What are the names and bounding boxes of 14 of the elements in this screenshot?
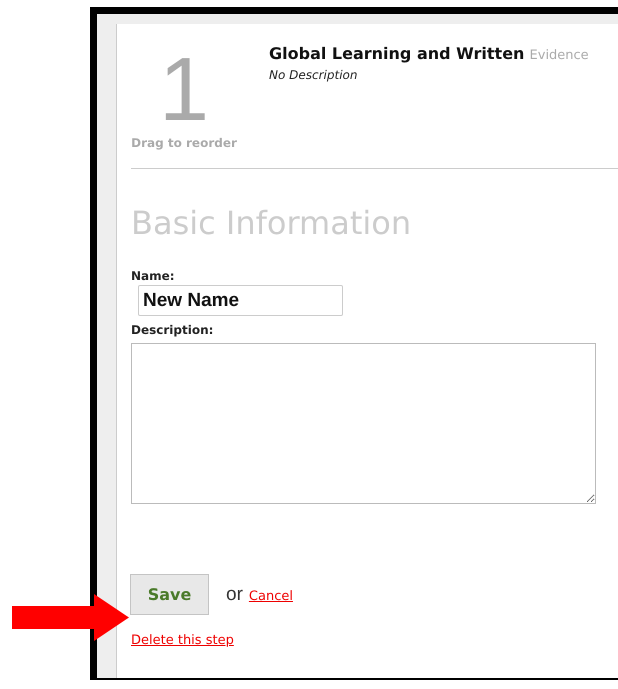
description-input[interactable] <box>131 343 596 504</box>
step-title: Global Learning and Written <box>269 44 524 63</box>
arrow-icon <box>12 594 129 641</box>
name-input[interactable]: New Name <box>138 285 343 316</box>
or-text: or <box>226 584 243 606</box>
name-label: Name: <box>131 269 176 283</box>
save-button[interactable]: Save <box>130 574 209 615</box>
cancel-link[interactable]: Cancel <box>248 589 293 604</box>
delete-step-link[interactable]: Delete this step <box>131 633 234 648</box>
step-description: No Description <box>269 68 358 82</box>
step-number: 1 <box>158 48 210 132</box>
description-label: Description: <box>131 323 214 337</box>
step-type-label: Evidence <box>530 48 589 63</box>
drag-hint: Drag to reorder <box>131 136 237 150</box>
